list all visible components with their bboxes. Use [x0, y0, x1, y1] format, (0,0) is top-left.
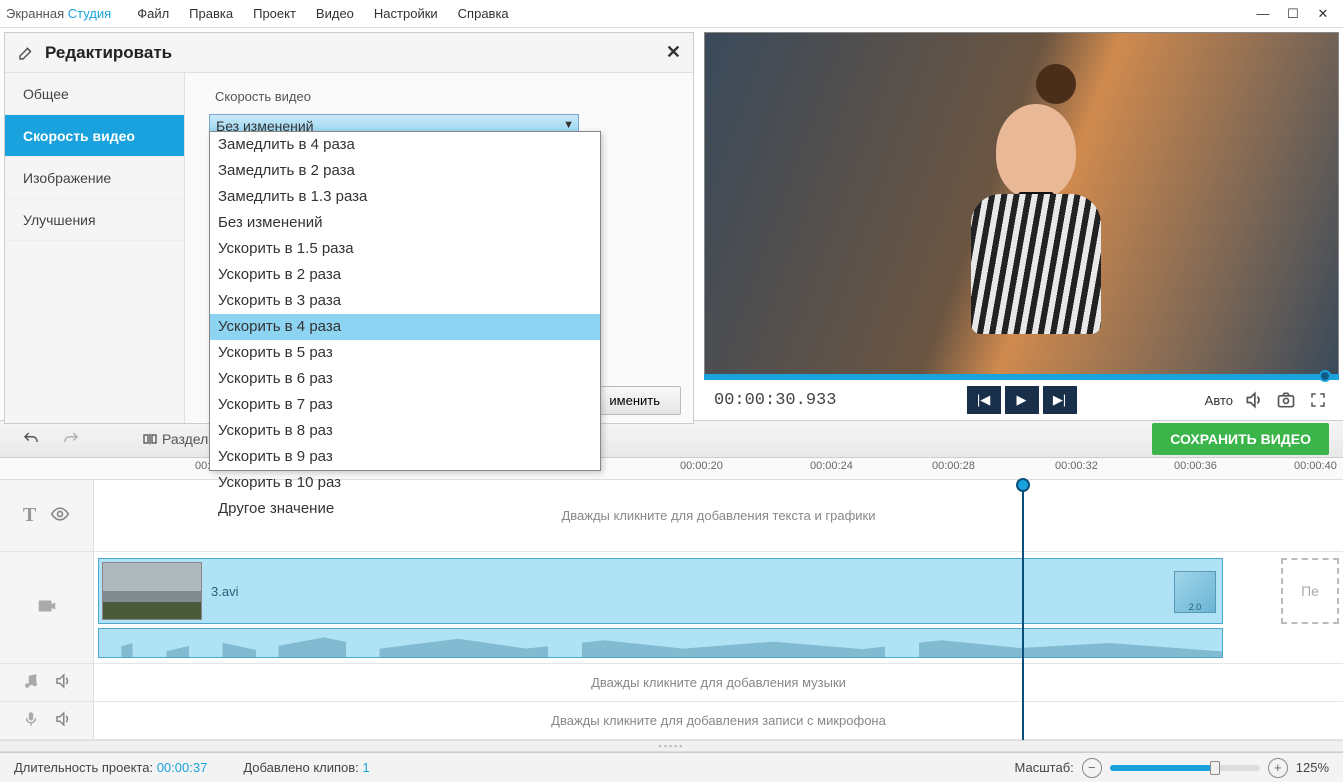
video-track-body[interactable]: 3.avi 2.0 Пе — [94, 552, 1343, 663]
ruler-tick: 00:00:32 — [1055, 460, 1098, 472]
speed-option[interactable]: Замедлить в 4 раза — [210, 132, 600, 158]
edit-panel: Редактировать ✕ Общее Скорость видео Изо… — [4, 32, 694, 424]
clips-value: 1 — [362, 760, 369, 775]
music-volume-icon[interactable] — [54, 672, 72, 693]
snapshot-icon[interactable] — [1275, 389, 1297, 411]
tab-general[interactable]: Общее — [5, 73, 184, 115]
auto-label[interactable]: Авто — [1205, 393, 1233, 408]
menu-help[interactable]: Справка — [448, 6, 519, 21]
next-button[interactable]: ▶| — [1043, 386, 1077, 414]
tab-image[interactable]: Изображение — [5, 157, 184, 199]
zoom-label: Масштаб: — [1015, 760, 1074, 775]
speed-option[interactable]: Ускорить в 5 раз — [210, 340, 600, 366]
ruler-tick: 00:00:28 — [932, 460, 975, 472]
edit-close-button[interactable]: ✕ — [666, 42, 681, 63]
ruler-tick: 00:00:24 — [810, 460, 853, 472]
speed-option[interactable]: Другое значение — [210, 496, 600, 522]
save-video-button[interactable]: СОХРАНИТЬ ВИДЕО — [1152, 423, 1329, 455]
speed-label: Скорость видео — [209, 89, 317, 104]
menu-video[interactable]: Видео — [306, 6, 364, 21]
text-track-icon: T — [23, 504, 36, 527]
play-button[interactable]: ▶ — [1005, 386, 1039, 414]
tab-enhance[interactable]: Улучшения — [5, 199, 184, 241]
speed-option[interactable]: Ускорить в 6 раз — [210, 366, 600, 392]
track-video: 3.avi 2.0 Пе — [0, 552, 1343, 664]
window-maximize[interactable]: ☐ — [1279, 4, 1307, 24]
video-clip[interactable]: 3.avi 2.0 — [98, 558, 1223, 624]
resize-grip[interactable]: ▪▪▪▪▪ — [0, 740, 1343, 752]
timeline-ruler[interactable]: 00:00:0400:00:2000:00:2400:00:2800:00:32… — [0, 458, 1343, 480]
music-track-body[interactable]: Дважды кликните для добавления музыки — [94, 664, 1343, 701]
mic-volume-icon[interactable] — [54, 710, 72, 731]
speed-option[interactable]: Ускорить в 9 раз — [210, 444, 600, 470]
menu-project[interactable]: Проект — [243, 6, 306, 21]
audio-waveform[interactable] — [98, 628, 1223, 658]
clip-thumbnail — [102, 562, 202, 620]
music-track-icon — [22, 672, 40, 693]
preview-video[interactable] — [704, 32, 1339, 375]
app-name: Экранная Студия — [6, 6, 111, 21]
speed-option[interactable]: Без изменений — [210, 210, 600, 236]
visibility-icon[interactable] — [50, 504, 70, 527]
status-bar: Длительность проекта: 00:00:37 Добавлено… — [0, 752, 1343, 782]
edit-icon — [17, 44, 35, 62]
video-track-icon — [36, 595, 58, 620]
ruler-tick: 00:00:40 — [1294, 460, 1337, 472]
mic-track-icon — [22, 710, 40, 731]
zoom-in-button[interactable]: + — [1268, 758, 1288, 778]
person-figure — [946, 74, 1126, 354]
window-close[interactable]: ✕ — [1309, 4, 1337, 24]
track-mic: Дважды кликните для добавления записи с … — [0, 702, 1343, 740]
speed-option[interactable]: Ускорить в 1.5 раза — [210, 236, 600, 262]
zoom-value: 125% — [1296, 760, 1329, 775]
speed-option[interactable]: Ускорить в 3 раза — [210, 288, 600, 314]
duration-label: Длительность проекта: — [14, 760, 153, 775]
mic-track-body[interactable]: Дважды кликните для добавления записи с … — [94, 702, 1343, 739]
track-text: T Дважды кликните для добавления текста … — [0, 480, 1343, 552]
speed-option[interactable]: Ускорить в 4 раза — [210, 314, 600, 340]
edit-content: Скорость видео Без изменений ▼ Замедлить… — [185, 73, 693, 423]
speed-option[interactable]: Ускорить в 8 раз — [210, 418, 600, 444]
clips-label: Добавлено клипов: — [243, 760, 358, 775]
chevron-down-icon: ▼ — [563, 119, 574, 131]
speed-option[interactable]: Ускорить в 7 раз — [210, 392, 600, 418]
prev-button[interactable]: |◀ — [967, 386, 1001, 414]
speed-option[interactable]: Ускорить в 2 раза — [210, 262, 600, 288]
ruler-tick: 00:00:36 — [1174, 460, 1217, 472]
zoom-slider[interactable] — [1110, 765, 1260, 771]
edit-tabs: Общее Скорость видео Изображение Улучшен… — [5, 73, 185, 423]
undo-button[interactable] — [14, 426, 48, 452]
timeline: T Дважды кликните для добавления текста … — [0, 480, 1343, 740]
menu-edit[interactable]: Правка — [179, 6, 243, 21]
track-music: Дважды кликните для добавления музыки — [0, 664, 1343, 702]
window-minimize[interactable]: — — [1249, 4, 1277, 24]
clip-filename: 3.avi — [211, 584, 238, 599]
fullscreen-icon[interactable] — [1307, 389, 1329, 411]
apply-button[interactable]: именить — [588, 386, 681, 415]
speed-option[interactable]: Замедлить в 2 раза — [210, 158, 600, 184]
menu-file[interactable]: Файл — [127, 6, 179, 21]
tab-speed[interactable]: Скорость видео — [5, 115, 184, 157]
edit-title: Редактировать — [45, 43, 172, 63]
redo-button[interactable] — [54, 426, 88, 452]
menu-settings[interactable]: Настройки — [364, 6, 448, 21]
volume-icon[interactable] — [1243, 389, 1265, 411]
speed-dropdown[interactable]: Замедлить в 4 разаЗамедлить в 2 разаЗаме… — [209, 131, 601, 471]
playhead[interactable] — [1022, 480, 1024, 740]
zoom-out-button[interactable]: − — [1082, 758, 1102, 778]
preview-timecode: 00:00:30.933 — [714, 391, 836, 410]
ruler-tick: 00:00:20 — [680, 460, 723, 472]
drop-zone[interactable]: Пе — [1281, 558, 1339, 624]
duration-value: 00:00:37 — [157, 760, 208, 775]
timeline-toolbar: Разделить СОХРАНИТЬ ВИДЕО — [0, 420, 1343, 458]
menu-bar: Экранная Студия Файл Правка Проект Видео… — [0, 0, 1343, 28]
speed-option[interactable]: Замедлить в 1.3 раза — [210, 184, 600, 210]
preview-pane: 00:00:30.933 |◀ ▶ ▶| Авто — [704, 32, 1339, 420]
speed-option[interactable]: Ускорить в 10 раз — [210, 470, 600, 496]
edit-header: Редактировать ✕ — [5, 33, 693, 73]
speed-badge: 2.0 — [1174, 571, 1216, 613]
